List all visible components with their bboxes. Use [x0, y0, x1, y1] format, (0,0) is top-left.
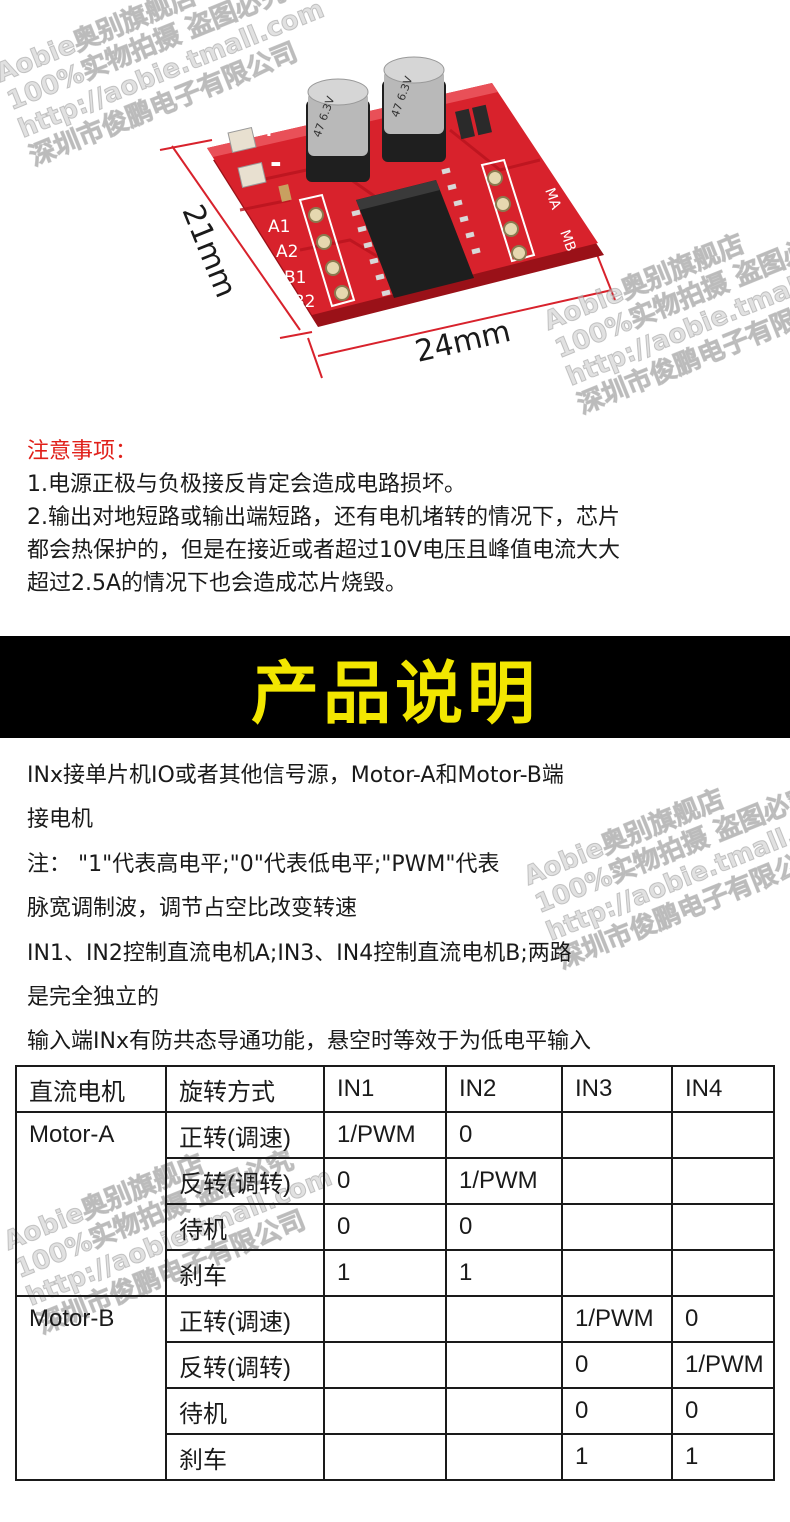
- table-header-cell: IN1: [323, 1065, 447, 1113]
- table-cell: 0: [323, 1157, 447, 1205]
- table-cell: [671, 1111, 775, 1159]
- table-cell: 1/PWM: [561, 1295, 673, 1343]
- product-description: INx接单片机IO或者其他信号源，Motor-A和Motor-B端 接电机 注：…: [27, 754, 767, 1065]
- note-line: 超过2.5A的情况下也会造成芯片烧毁。: [27, 571, 408, 596]
- pin-label-b2: B2: [293, 292, 315, 312]
- table-cell: 1/PWM: [671, 1341, 775, 1389]
- table-header-cell: IN2: [445, 1065, 563, 1113]
- table-cell: 1/PWM: [445, 1157, 563, 1205]
- table-cell: [445, 1387, 563, 1435]
- motor-b-cell: Motor-B: [15, 1295, 167, 1481]
- table-cell: 1: [671, 1433, 775, 1481]
- table-cell: [323, 1433, 447, 1481]
- description-line: IN1、IN2控制直流电机A;IN3、IN4控制直流电机B;两路: [27, 940, 572, 966]
- table-cell: [671, 1203, 775, 1251]
- table-cell: [323, 1341, 447, 1389]
- note-line: 2.输出对地短路或输出端短路，还有电机堵转的情况下，芯片: [27, 505, 620, 530]
- table-cell: 0: [445, 1111, 563, 1159]
- table-cell: 1: [561, 1433, 673, 1481]
- table-header-row: 直流电机 旋转方式 IN1 IN2 IN3 IN4: [15, 1065, 775, 1113]
- description-line: INx接单片机IO或者其他信号源，Motor-A和Motor-B端: [27, 763, 564, 788]
- table-cell: 正转(调速): [165, 1295, 325, 1343]
- note-line: 都会热保护的，但是在接近或者超过10V电压且峰值电流大大: [27, 538, 621, 563]
- section-banner: 产品说明: [0, 636, 790, 738]
- table-row: Motor-A 正转(调速) 1/PWM 0: [15, 1111, 775, 1297]
- table-cell: [561, 1111, 673, 1159]
- table-cell: 0: [671, 1387, 775, 1435]
- notes-title: 注意事项：: [27, 439, 138, 464]
- table-cell: [445, 1341, 563, 1389]
- table-header-cell: 直流电机: [15, 1065, 167, 1113]
- table-cell: [445, 1295, 563, 1343]
- pin-label-b1: B1: [284, 268, 306, 288]
- capacitor-right: 47 6.3V: [382, 56, 446, 162]
- description-line: 是完全独立的: [27, 985, 160, 1011]
- motor-truth-table: 直流电机 旋转方式 IN1 IN2 IN3 IN4 Motor-A 正转(调速)…: [15, 1065, 775, 1481]
- table-cell: 0: [561, 1387, 673, 1435]
- pin-label-a1: A1: [268, 217, 290, 237]
- table-cell: 1: [445, 1249, 563, 1297]
- table-cell: 正转(调速): [165, 1111, 325, 1159]
- pin-label-a2: A2: [276, 242, 298, 262]
- pin-minus-label: -: [270, 146, 282, 179]
- table-cell: [445, 1433, 563, 1481]
- table-header-cell: 旋转方式: [165, 1065, 325, 1113]
- table-cell: 1/PWM: [323, 1111, 447, 1159]
- table-row: Motor-B 正转(调速) 1/PWM 0: [15, 1295, 775, 1481]
- table-cell: 待机: [165, 1203, 325, 1251]
- table-cell: [561, 1249, 673, 1297]
- description-line: 注： "1"代表高电平;"0"代表低电平;"PWM"代表: [27, 851, 500, 877]
- table-cell: [671, 1157, 775, 1205]
- table-cell: [323, 1295, 447, 1343]
- table-cell: 待机: [165, 1387, 325, 1435]
- table-cell: 0: [323, 1203, 447, 1251]
- table-cell: 反转(调转): [165, 1341, 325, 1389]
- table-cell: 0: [445, 1203, 563, 1251]
- table-cell: [561, 1203, 673, 1251]
- capacitor-left: 47 6.3V: [306, 78, 370, 182]
- table-cell: 刹车: [165, 1249, 325, 1297]
- dimension-height-label: 21mm: [175, 200, 244, 303]
- table-cell: 1: [323, 1249, 447, 1297]
- motor-a-cell: Motor-A: [15, 1111, 167, 1297]
- table-header-cell: IN3: [561, 1065, 673, 1113]
- table-cell: [671, 1249, 775, 1297]
- table-cell: 反转(调转): [165, 1157, 325, 1205]
- dimension-width-label: 24mm: [412, 314, 514, 370]
- description-line: 脉宽调制波，调节占空比改变转速: [27, 896, 358, 922]
- product-photo: + - A1 A2 B1 B2 MA MB 47 6.3V 47 6.3V 21…: [0, 0, 790, 430]
- table-cell: [561, 1157, 673, 1205]
- table-cell: 刹车: [165, 1433, 325, 1481]
- banner-title: 产品说明: [250, 654, 539, 734]
- table-header-cell: IN4: [671, 1065, 775, 1113]
- table-cell: 0: [671, 1295, 775, 1343]
- description-line: 输入端INx有防共态导通功能，悬空时等效于为低电平输入: [27, 1029, 591, 1055]
- table-cell: [323, 1387, 447, 1435]
- notes-section: 注意事项： 1.电源正极与负极接反肯定会造成电路损坏。 2.输出对地短路或输出端…: [27, 436, 777, 600]
- pin-plus-label: +: [258, 113, 280, 143]
- description-line: 接电机: [27, 807, 94, 833]
- table-cell: 0: [561, 1341, 673, 1389]
- note-line: 1.电源正极与负极接反肯定会造成电路损坏。: [27, 472, 466, 497]
